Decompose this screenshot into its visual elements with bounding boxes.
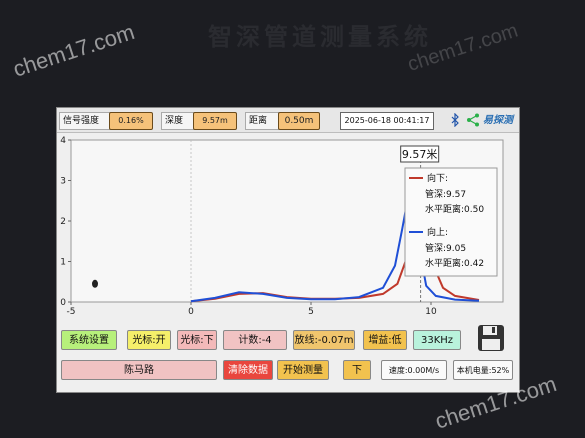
status-bar: 信号强度 0.16% 深度 9.57m 距离 0.50m 2025-06-18 … [57, 108, 519, 133]
cursor-direction-button[interactable]: 光标:下 [177, 330, 217, 350]
y-tick-label: 3 [60, 177, 66, 187]
legend-down-depth: 管深:9.57 [425, 188, 466, 200]
distance-value: 0.50m [278, 112, 320, 130]
direction-button[interactable]: 下 [343, 360, 371, 380]
cursor-toggle-button[interactable]: 光标:开 [127, 330, 171, 350]
y-tick-label: 2 [60, 217, 66, 227]
start-measure-button[interactable]: 开始测量 [277, 360, 329, 380]
legend-up-horiz: 水平距离:0.42 [425, 257, 484, 269]
datetime: 2025-06-18 00:41:17 [340, 112, 434, 130]
y-tick-label: 4 [60, 136, 66, 146]
frequency-button[interactable]: 33KHz [413, 330, 461, 350]
battery-readout: 本机电量:52% [453, 360, 513, 380]
distance-label: 距离 [245, 112, 279, 130]
gain-button[interactable]: 增益:低 [363, 330, 407, 350]
signal-label: 信号强度 [59, 112, 111, 130]
cursor-label: 9.57米 [402, 148, 438, 161]
x-tick-label: 0 [188, 307, 194, 317]
share-icon[interactable] [465, 112, 481, 128]
clear-data-button[interactable]: 清除数据 [223, 360, 273, 380]
x-tick-label: 5 [308, 307, 314, 317]
baseline-button[interactable]: 放线:-0.07m [293, 330, 355, 350]
legend-down-horiz: 水平距离:0.50 [425, 203, 484, 215]
system-settings-button[interactable]: 系统设置 [61, 330, 117, 350]
depth-label: 深度 [161, 112, 195, 130]
device-screen: 信号强度 0.16% 深度 9.57m 距离 0.50m 2025-06-18 … [56, 107, 520, 393]
x-tick-label: -5 [67, 307, 76, 317]
y-tick-label: 1 [60, 258, 66, 268]
speed-readout: 速度:0.00M/s [381, 360, 447, 380]
signal-value: 0.16% [109, 112, 153, 130]
depth-value: 9.57m [193, 112, 237, 130]
legend-up-label: 向上: [427, 226, 448, 238]
chart-svg: 01234-5 0 5 109.57米向下:管深:9.57水平距离:0.50向上:管深… [60, 136, 504, 317]
screen-smudge [92, 279, 98, 288]
y-tick-label: 0 [60, 298, 66, 308]
legend-down-label: 向下: [427, 172, 448, 184]
legend-up-depth: 管深:9.05 [425, 242, 466, 254]
watermark-top-left: chem17.com [10, 19, 138, 82]
bluetooth-icon [451, 113, 459, 127]
brand-logo: 易探测 [483, 115, 513, 126]
save-icon[interactable] [477, 324, 505, 352]
count-button[interactable]: 计数:-4 [223, 330, 287, 350]
signal-chart: 0 1 2 3 4 -5 0 5 10 9.57米 向下: 管深:9.57 水平距离:0.50 向上: 管深… [57, 132, 519, 318]
location-field[interactable]: 陈马路 [61, 360, 217, 380]
x-tick-label: 10 [425, 307, 437, 317]
